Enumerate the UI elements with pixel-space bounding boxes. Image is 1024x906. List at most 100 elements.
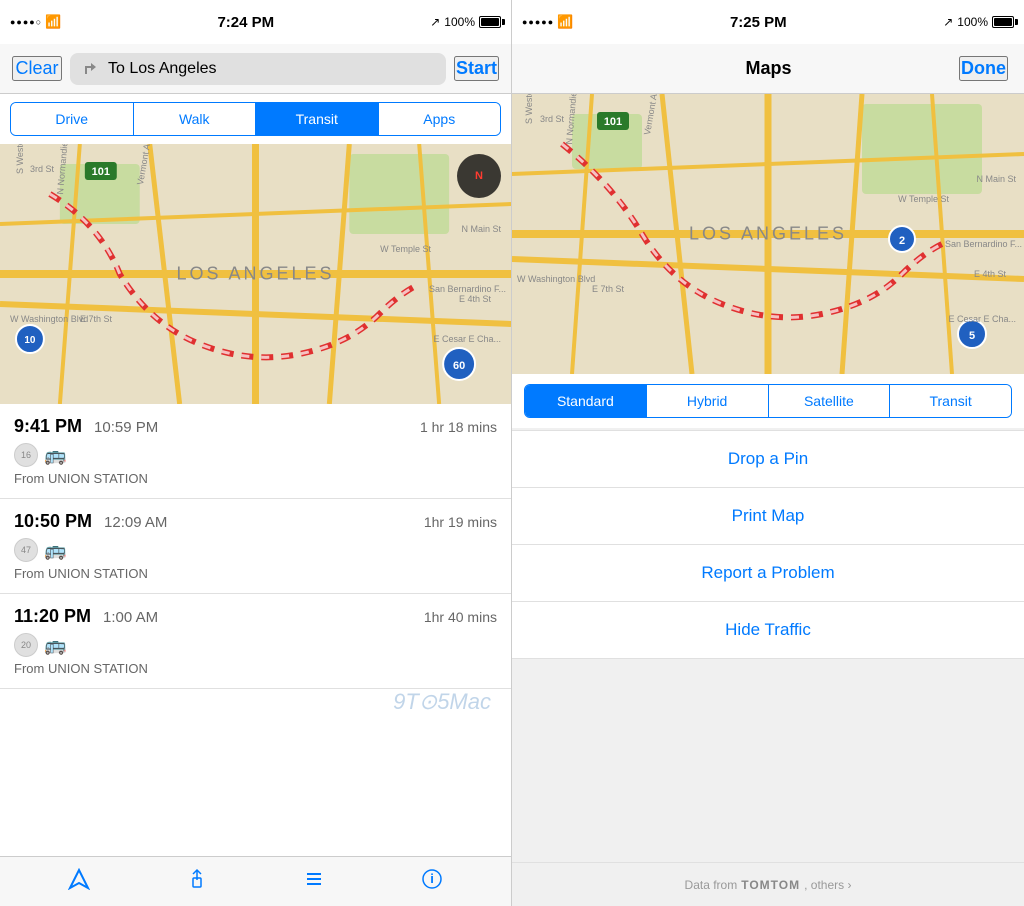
location-button[interactable] [68, 868, 90, 896]
destination-field: To Los Angeles [70, 53, 446, 85]
svg-text:101: 101 [604, 116, 622, 128]
battery-icon-left [479, 16, 501, 28]
map-area-left[interactable]: 60 10 101 LOS ANGELES N S Western Ave N … [0, 144, 511, 404]
route-from-2: From UNION STATION [14, 566, 497, 581]
start-button[interactable]: Start [454, 56, 499, 81]
bus-badge-47: 47 [14, 538, 38, 562]
duration-1: 1 hr 18 mins [420, 419, 497, 435]
street-label-vermont: Vermont Ave [135, 144, 154, 186]
battery-area-right: ↗ 100% [943, 15, 1014, 29]
nav-bar-right: Maps Done [512, 44, 1024, 94]
bus-icon-2: 🚌 [44, 540, 66, 561]
status-bar-right: ●●●●● 📶 7:25 PM ↗ 100% [512, 0, 1024, 44]
destination-text: To Los Angeles [108, 60, 217, 78]
bus-badge-16: 16 [14, 443, 38, 467]
street-label-4th: E 4th St [459, 294, 491, 304]
street-label-cesar: E Cesar E Cha... [433, 334, 501, 344]
route-from-3: From UNION STATION [14, 661, 497, 676]
arrive-time-1: 10:59 PM [94, 419, 158, 436]
map-roads-right: 101 5 2 [512, 94, 1024, 374]
transport-tabs: Drive Walk Transit Apps [10, 102, 501, 136]
done-button[interactable]: Done [959, 56, 1008, 81]
bus-icon-3: 🚌 [44, 635, 66, 656]
map-type-hybrid[interactable]: Hybrid [647, 385, 769, 417]
hide-traffic-button[interactable]: Hide Traffic [512, 602, 1024, 659]
status-bar-left: ●●●●○ 📶 7:24 PM ↗ 100% [0, 0, 511, 44]
compass: N [457, 154, 501, 198]
battery-pct-left: 100% [444, 15, 475, 29]
street-label-7th: E 7th St [80, 314, 112, 324]
nav-bar-left: Clear To Los Angeles Start [0, 44, 511, 94]
map-roads-left: 60 10 101 [0, 144, 511, 404]
battery-pct-right: 100% [957, 15, 988, 29]
tab-apps[interactable]: Apps [379, 103, 501, 135]
battery-area-left: ↗ 100% [430, 15, 501, 29]
route-from-1: From UNION STATION [14, 471, 497, 486]
bus-badge-20: 20 [14, 633, 38, 657]
street-label-washington-r: W Washington Blvd [517, 274, 595, 284]
street-label-3rd-r: 3rd St [540, 114, 564, 124]
route-times-3: 11:20 PM 1:00 AM 1hr 40 mins [14, 606, 497, 627]
drop-pin-button[interactable]: Drop a Pin [512, 430, 1024, 488]
svg-text:5: 5 [969, 330, 975, 342]
duration-2: 1hr 19 mins [424, 514, 497, 530]
route-item-1[interactable]: 9:41 PM 10:59 PM 1 hr 18 mins 16 🚌 From … [0, 404, 511, 499]
map-area-right[interactable]: 101 5 2 LOS ANGELES S Western Ave N Norm… [512, 94, 1024, 374]
street-label-mainst: N Main St [461, 224, 501, 234]
route-times-2: 10:50 PM 12:09 AM 1hr 19 mins [14, 511, 497, 532]
battery-icon-right [992, 16, 1014, 28]
route-item-3[interactable]: 11:20 PM 1:00 AM 1hr 40 mins 20 🚌 From U… [0, 594, 511, 689]
svg-text:2: 2 [899, 235, 905, 247]
tab-transit[interactable]: Transit [256, 103, 379, 135]
turn-icon [80, 59, 100, 79]
street-label-normandie: N Normandie Ave [55, 144, 71, 195]
street-label-3rd: 3rd St [30, 164, 54, 174]
clear-button[interactable]: Clear [12, 56, 62, 81]
street-label-temple-r: W Temple St [898, 194, 949, 204]
map-type-standard[interactable]: Standard [525, 385, 647, 417]
svg-text:10: 10 [24, 335, 36, 346]
street-label-cesar-r: E Cesar E Cha... [948, 314, 1016, 324]
street-label-western: S Western Ave [15, 144, 25, 174]
arrive-time-2: 12:09 AM [104, 514, 167, 531]
location-arrow-right: ↗ [943, 15, 953, 29]
time-right: 7:25 PM [730, 14, 787, 31]
bottom-toolbar-left: i [0, 856, 511, 906]
street-label-sanbernardino-r: San Bernardino F... [945, 239, 1022, 249]
tab-walk[interactable]: Walk [134, 103, 257, 135]
time-left: 7:24 PM [217, 14, 274, 31]
list-button[interactable] [303, 868, 325, 896]
info-button[interactable]: i [421, 868, 443, 896]
signal-status-right: ●●●●● 📶 [522, 14, 573, 30]
transit-results: 9:41 PM 10:59 PM 1 hr 18 mins 16 🚌 From … [0, 404, 511, 856]
route-icons-1: 16 🚌 [14, 443, 497, 467]
footer-source: TOMTOM [741, 878, 800, 892]
tab-drive[interactable]: Drive [11, 103, 134, 135]
street-label-4th-r: E 4th St [974, 269, 1006, 279]
street-label-normandie-r: N Normandie Ave [564, 94, 580, 145]
arrive-time-3: 1:00 AM [103, 609, 158, 626]
map-label-la-right: LOS ANGELES [689, 224, 847, 245]
right-panel: ●●●●● 📶 7:25 PM ↗ 100% Maps Done [512, 0, 1024, 906]
location-arrow-left: ↗ [430, 15, 440, 29]
map-type-transit[interactable]: Transit [890, 385, 1011, 417]
left-panel: ●●●●○ 📶 7:24 PM ↗ 100% Clear To Los Ange… [0, 0, 512, 906]
signal-status-left: ●●●●○ 📶 [10, 14, 61, 30]
map-type-bar: Standard Hybrid Satellite Transit [524, 384, 1012, 418]
bus-icon-1: 🚌 [44, 445, 66, 466]
action-list: Drop a Pin Print Map Report a Problem Hi… [512, 428, 1024, 862]
duration-3: 1hr 40 mins [424, 609, 497, 625]
street-label-mainst-r: N Main St [976, 174, 1016, 184]
report-problem-button[interactable]: Report a Problem [512, 545, 1024, 602]
print-map-button[interactable]: Print Map [512, 488, 1024, 545]
route-icons-2: 47 🚌 [14, 538, 497, 562]
maps-title: Maps [745, 58, 791, 79]
data-footer: Data from TOMTOM , others › [512, 862, 1024, 906]
map-type-satellite[interactable]: Satellite [769, 385, 891, 417]
street-label-western-r: S Western Ave [524, 94, 534, 124]
map-background-right: 101 5 2 LOS ANGELES S Western Ave N Norm… [512, 94, 1024, 374]
share-button[interactable] [186, 868, 208, 896]
depart-time-2: 10:50 PM [14, 511, 92, 532]
footer-others[interactable]: , others › [804, 878, 851, 892]
route-item-2[interactable]: 10:50 PM 12:09 AM 1hr 19 mins 47 🚌 From … [0, 499, 511, 594]
